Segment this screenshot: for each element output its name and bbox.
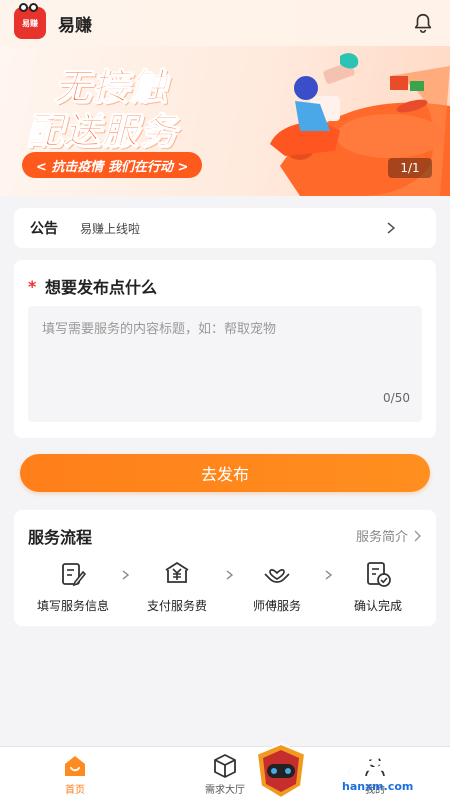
watermark-url: hanxm.com	[342, 780, 414, 793]
app-logo: 易赚	[14, 3, 46, 39]
home-icon	[65, 756, 85, 776]
notice-bar[interactable]: 公告 易赚上线啦	[14, 208, 436, 248]
process-title: 服务流程	[28, 528, 93, 547]
banner-slogan: < 抗击疫情 我们在行动 >	[22, 152, 203, 178]
edit-form-icon	[62, 563, 87, 587]
publish-title: 想要发布点什么	[45, 278, 158, 297]
chevron-right-icon	[387, 222, 396, 234]
step-pay-fee: 支付服务费	[127, 560, 227, 614]
notice-text: 易赚上线啦	[80, 221, 141, 236]
app-header: 易赚 易赚	[0, 0, 450, 46]
service-intro-link[interactable]: 服务简介	[356, 526, 422, 545]
step-fill-info: 填写服务信息	[23, 560, 123, 614]
step-label: 确认完成	[353, 599, 402, 613]
publish-title-input[interactable]	[28, 306, 422, 422]
notice-label: 公告	[30, 221, 58, 237]
step-label: 师傅服务	[252, 599, 301, 613]
step-confirm-complete: 确认完成	[328, 560, 428, 614]
site-watermark: 西美手游网 hanxm.com	[252, 742, 450, 800]
step-label: 填写服务信息	[36, 599, 109, 613]
gamepad-shield-icon	[255, 742, 307, 800]
cube-icon	[214, 754, 236, 778]
publish-card: * 想要发布点什么 0/50	[14, 260, 436, 438]
app-title: 易赚	[58, 15, 92, 36]
chevron-right-icon	[414, 530, 421, 541]
char-counter: 0/50	[383, 391, 410, 405]
step-master-service: 师傅服务	[227, 560, 327, 614]
bell-icon[interactable]	[412, 12, 434, 34]
publish-button[interactable]: 去发布	[20, 454, 430, 492]
step-label: 支付服务费	[146, 599, 207, 613]
banner-headline-2: 配送服务	[25, 111, 179, 153]
check-document-icon	[367, 562, 391, 587]
required-mark: *	[28, 277, 37, 296]
promo-banner[interactable]: 无接触 配送服务 < 抗击疫情 我们在行动 > 1/1	[0, 46, 450, 196]
hands-service-icon	[264, 569, 290, 583]
process-steps: 填写服务信息 支付服务费 师傅服务 确认完成	[14, 560, 436, 620]
yuan-payment-icon	[165, 562, 189, 583]
tab-home[interactable]: 首页	[30, 747, 120, 800]
banner-pager: 1/1	[388, 158, 432, 178]
tab-label: 首页	[65, 785, 85, 796]
watermark-text: 西美手游网	[311, 753, 443, 783]
service-process-card: 服务流程 服务简介 填写服务信息 支付服务费 师傅服务 确认完成	[14, 510, 436, 626]
